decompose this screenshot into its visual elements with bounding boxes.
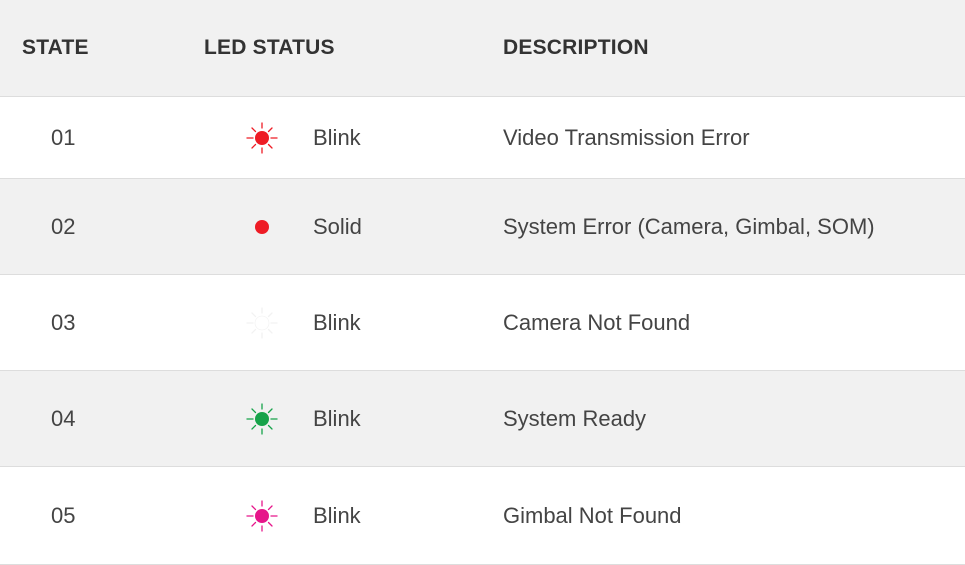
state-number: 03: [51, 309, 76, 335]
table-row: 03 Blink Camera Not Found: [0, 275, 965, 371]
header-state: STATE: [22, 36, 89, 59]
table-row: 05 Blink Gimbal Not Found: [0, 467, 965, 565]
state-number: 05: [51, 502, 76, 528]
description-text: Video Transmission Error: [503, 124, 750, 150]
blinking-led-icon: [243, 97, 281, 178]
table-row: 01 Blink Video Transmission Error: [0, 97, 965, 179]
led-mode-label: Blink: [313, 309, 361, 335]
blinking-led-icon: [243, 371, 281, 466]
solid-led-icon: [243, 179, 281, 274]
header-description: DESCRIPTION: [503, 36, 649, 59]
blinking-led-icon: [243, 467, 281, 564]
header-led-status: LED STATUS: [204, 36, 335, 59]
description-text: Gimbal Not Found: [503, 502, 682, 528]
led-mode-label: Blink: [313, 502, 361, 528]
led-mode-label: Solid: [313, 213, 362, 239]
blinking-led-icon: [243, 275, 281, 370]
description-text: System Ready: [503, 405, 647, 431]
table-row: 02 Solid System Error (Camera, Gimbal, S…: [0, 179, 965, 275]
led-status-table: STATE LED STATUS DESCRIPTION 01 Blink Vi…: [0, 0, 965, 565]
led-mode-label: Blink: [313, 405, 361, 431]
table-row: 04 Blink System Ready: [0, 371, 965, 467]
description-text: Camera Not Found: [503, 309, 691, 335]
state-number: 01: [51, 124, 76, 150]
description-text: System Error (Camera, Gimbal, SOM): [503, 213, 875, 239]
state-number: 04: [51, 405, 76, 431]
table-header: STATE LED STATUS DESCRIPTION: [0, 0, 965, 97]
state-number: 02: [51, 213, 76, 239]
led-mode-label: Blink: [313, 124, 361, 150]
